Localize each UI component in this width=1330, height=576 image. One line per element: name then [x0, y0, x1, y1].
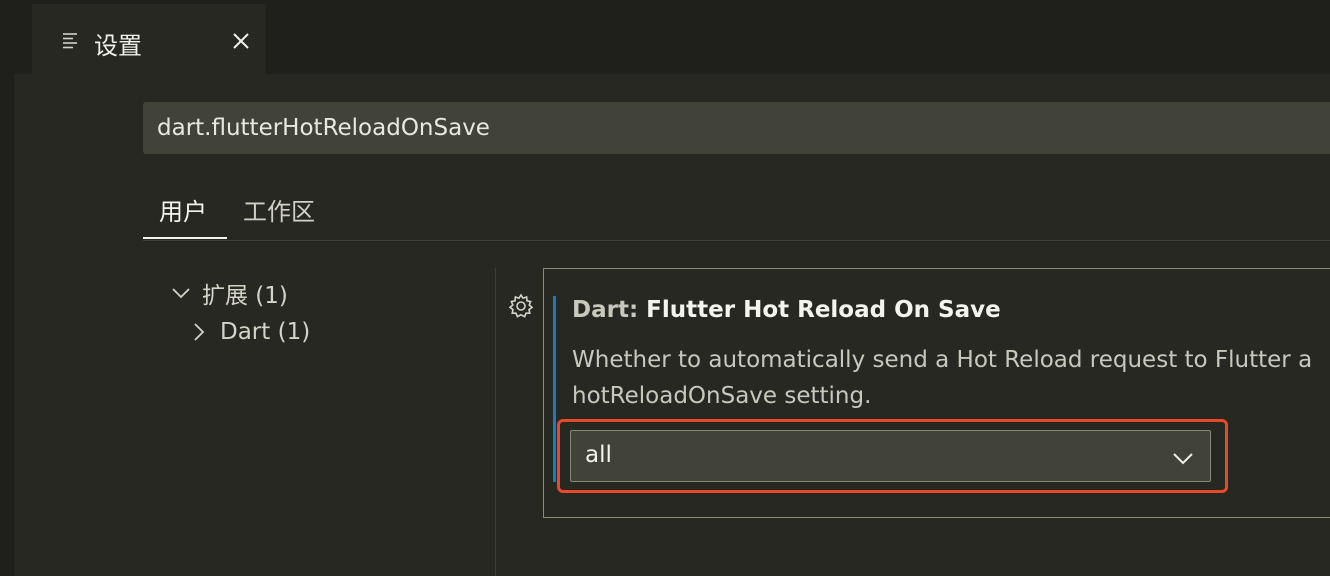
- tab-user[interactable]: 用户: [159, 192, 207, 227]
- setting-focus-indicator: [553, 296, 556, 482]
- setting-description-line-1: Whether to automatically send a Hot Relo…: [572, 347, 1313, 373]
- dropdown-selected-value: all: [585, 442, 612, 468]
- toc-divider[interactable]: [495, 268, 496, 576]
- setting-title: Dart: Flutter Hot Reload On Save: [572, 297, 1001, 323]
- editor-tab-bar: 设置: [14, 0, 1330, 74]
- setting-description: Whether to automatically send a Hot Relo…: [572, 342, 1330, 414]
- toc-item-dart[interactable]: Dart (1): [188, 319, 310, 345]
- toc-item-extensions-label: 扩展 (1): [202, 283, 288, 309]
- gear-icon[interactable]: [507, 292, 535, 320]
- toc-item-extensions[interactable]: 扩展 (1): [170, 276, 288, 310]
- tab-workspace[interactable]: 工作区: [243, 192, 315, 227]
- settings-tab[interactable]: 设置: [32, 4, 266, 74]
- close-icon[interactable]: [228, 28, 254, 54]
- settings-tab-label: 设置: [94, 32, 142, 60]
- settings-list-icon: [63, 33, 77, 49]
- settings-search-box[interactable]: [143, 102, 1330, 154]
- settings-search-input[interactable]: [157, 115, 1257, 141]
- chevron-down-icon: [172, 288, 190, 299]
- setting-value-dropdown[interactable]: all: [570, 430, 1211, 482]
- chevron-right-icon: [194, 323, 205, 341]
- settings-scope-tabs: 用户 工作区: [143, 180, 1330, 241]
- toc-item-dart-label: Dart (1): [220, 319, 311, 345]
- setting-name: Flutter Hot Reload On Save: [646, 297, 1001, 323]
- setting-category: Dart:: [572, 297, 647, 323]
- setting-description-line-2: hotReloadOnSave setting.: [572, 383, 872, 409]
- activity-strip: [0, 0, 14, 576]
- chevron-down-icon: [1173, 453, 1193, 465]
- active-tab-underline: [143, 237, 227, 239]
